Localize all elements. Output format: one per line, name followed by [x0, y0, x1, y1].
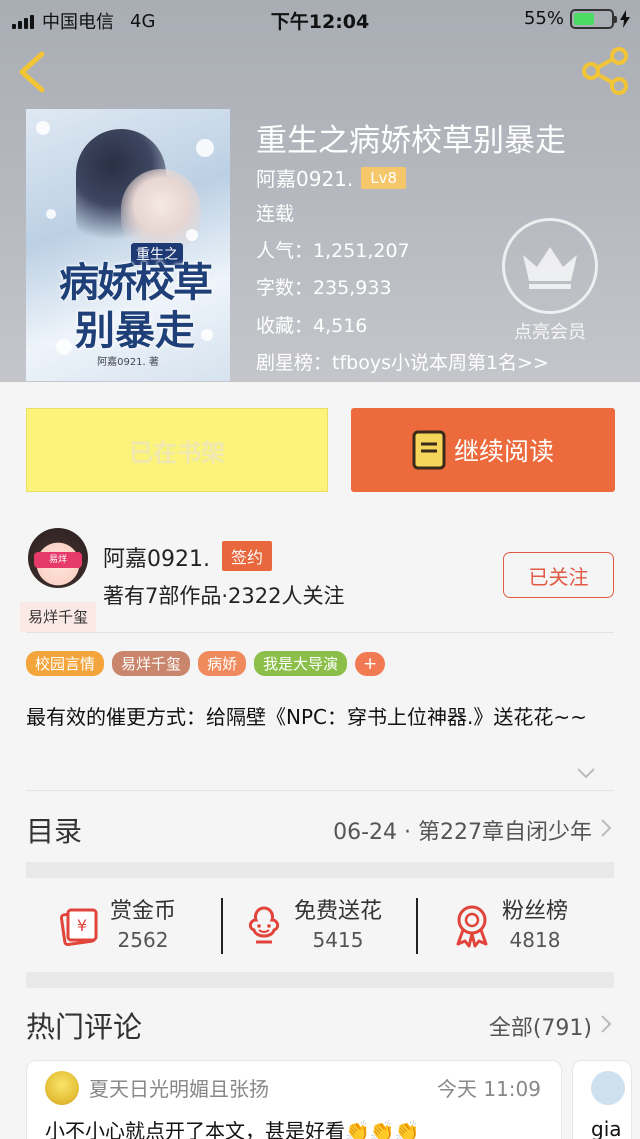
crown-icon — [523, 247, 577, 289]
share-icon[interactable] — [580, 46, 630, 96]
book-status: 连载 — [256, 203, 295, 225]
tag-item[interactable]: 易烊千玺 — [112, 651, 191, 676]
fan-ranking-label: 粉丝榜 — [502, 899, 569, 924]
table-of-contents-row[interactable]: 目录 06-24 · 第227章自闭少年 — [26, 806, 616, 850]
author-name[interactable]: 阿嘉0921. — [103, 541, 210, 573]
fan-ranking-count: 4818 — [509, 928, 561, 952]
book-word-count: 字数：235,933 — [256, 277, 392, 299]
hot-comments-title: 热门评论 — [26, 1010, 143, 1044]
battery-percent: 55% — [523, 8, 564, 29]
charging-icon — [620, 9, 630, 28]
reward-coins-count: 2562 — [117, 928, 169, 952]
author-avatar[interactable]: 易烊 易烊千玺 — [20, 528, 96, 632]
book-popularity: 人气：1,251,207 — [256, 240, 410, 262]
coin-envelope-icon: ¥ — [59, 908, 98, 947]
followed-button[interactable]: 已关注 — [503, 552, 614, 598]
reward-coins-label: 赏金币 — [110, 899, 177, 924]
chevron-down-icon[interactable] — [576, 767, 596, 779]
free-flower-button[interactable]: 免费送花 5415 — [244, 880, 382, 972]
comment-card[interactable]: 夏天日光明媚且张扬 今天 11:09 小不小心就点开了本文，甚是好看👏👏👏 — [26, 1060, 562, 1139]
comment-text: gia — [591, 1117, 622, 1139]
avatar[interactable] — [591, 1071, 625, 1105]
level-badge: Lv8 — [361, 166, 407, 189]
battery-icon — [570, 8, 617, 29]
free-flower-count: 5415 — [312, 928, 364, 952]
back-icon[interactable] — [14, 50, 54, 94]
book-ranking-link[interactable]: 剧星榜：tfboys小说本周第1名>> — [256, 348, 549, 375]
toc-label: 目录 — [26, 815, 83, 848]
cover-title-line2: 别暴走 — [75, 307, 195, 354]
vip-label[interactable]: 点亮会员 — [490, 318, 610, 344]
author-card[interactable]: 易烊 易烊千玺 阿嘉0921. 签约 著有7部作品·2322人关注 已关注 — [0, 518, 640, 632]
chevron-right-icon — [601, 819, 612, 837]
comment-text: 小不小心就点开了本文，甚是好看👏👏👏 — [45, 1119, 420, 1139]
divider — [416, 898, 418, 954]
book-description: 最有效的催更方式：给隔壁《NPC：穿书上位神器.》送花花~~ — [26, 705, 587, 729]
medal-icon — [456, 905, 488, 948]
avatar-caption: 易烊千玺 — [20, 602, 96, 632]
status-right: 55% — [524, 8, 630, 29]
fan-ranking-button[interactable]: 粉丝榜 4818 — [452, 880, 568, 972]
more-tags-button[interactable]: + — [355, 651, 386, 676]
divider — [221, 898, 223, 954]
book-favorites: 收藏：4,516 — [256, 315, 368, 337]
chevron-right-icon[interactable] — [600, 1014, 612, 1034]
book-icon — [412, 430, 446, 470]
cover-title: 病娇校草 别暴走 — [40, 259, 230, 355]
status-bar: 中国电信 4G 下午12:04 55% — [0, 0, 640, 36]
svg-text:¥: ¥ — [77, 916, 87, 935]
avatar-mask: 易烊 — [34, 552, 82, 568]
comment-card[interactable]: gia — [572, 1060, 632, 1139]
vip-badge[interactable] — [502, 218, 598, 314]
book-cover[interactable]: 重生之 病娇校草 别暴走 阿嘉0921. 著 — [26, 109, 230, 381]
flower-icon — [248, 906, 280, 944]
author-works-summary: 著有7部作品·2322人关注 — [103, 584, 345, 608]
comment-time: 今天 11:09 — [437, 1077, 541, 1101]
tag-item[interactable]: 校园言情 — [26, 651, 105, 676]
book-author-line: 阿嘉0921. Lv8 — [256, 163, 407, 192]
section-separator — [26, 862, 614, 878]
book-title: 重生之病娇校草别暴走 — [256, 123, 566, 159]
divider — [26, 790, 614, 791]
in-shelf-button[interactable]: 已在书架 — [26, 408, 328, 492]
continue-reading-label: 继续阅读 — [453, 437, 554, 466]
tag-item[interactable]: 病娇 — [198, 651, 247, 676]
tag-list: 校园言情 易烊千玺 病娇 我是大导演 + — [26, 651, 386, 676]
hot-comments-header: 热门评论 全部(791) — [26, 1002, 616, 1046]
comment-username[interactable]: 夏天日光明媚且张扬 — [89, 1073, 269, 1102]
latest-chapter: 06-24 · 第227章自闭少年 — [333, 820, 592, 845]
book-author[interactable]: 阿嘉0921. — [256, 163, 353, 192]
all-comments-link[interactable]: 全部(791) — [489, 1010, 592, 1042]
section-separator — [26, 972, 614, 988]
free-flower-label: 免费送花 — [294, 899, 383, 924]
divider — [26, 632, 614, 633]
cover-title-line1: 病娇校草 — [59, 259, 213, 306]
tag-item[interactable]: 我是大导演 — [254, 651, 348, 676]
signed-badge: 签约 — [222, 541, 273, 571]
continue-reading-button[interactable]: 继续阅读 — [351, 408, 615, 492]
rewards-bar: ¥ 赏金币 2562 免费送花 5415 粉丝榜 4818 — [26, 880, 614, 972]
avatar[interactable] — [45, 1071, 79, 1105]
cover-author: 阿嘉0921. 著 — [97, 357, 159, 368]
reward-coins-button[interactable]: ¥ 赏金币 2562 — [58, 880, 176, 972]
